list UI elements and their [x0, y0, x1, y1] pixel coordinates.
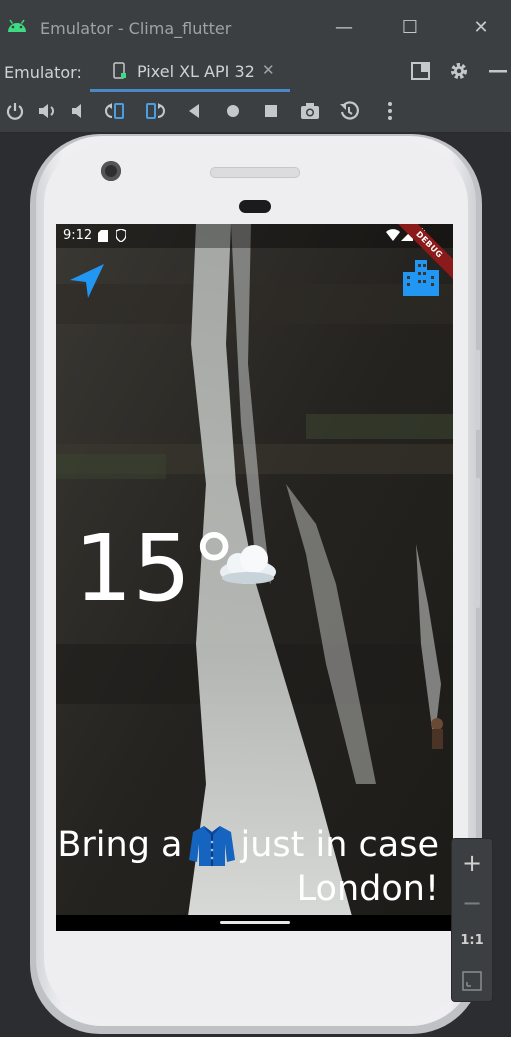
overview-icon[interactable] [260, 100, 282, 122]
volume-up-icon[interactable] [36, 100, 58, 122]
device-icon [113, 62, 126, 79]
front-camera [101, 161, 121, 181]
snapshot-icon[interactable] [338, 100, 360, 122]
jacket-icon [188, 826, 235, 866]
gesture-nav-bar [56, 915, 453, 931]
proximity-sensor [239, 200, 271, 213]
earpiece-speaker [210, 167, 300, 178]
power-button [475, 478, 480, 608]
fit-screen-icon[interactable] [461, 970, 483, 992]
gear-icon[interactable] [448, 60, 470, 82]
status-bar: 9:12 [56, 224, 453, 248]
rotate-right-icon[interactable] [143, 100, 165, 122]
device-screen[interactable]: 9:12 DEBUG 15° Bring a just in case Lond… [56, 224, 453, 931]
zoom-one-to-one-button[interactable]: 1:1 [452, 923, 492, 959]
tab-title: Pixel XL API 32 [137, 62, 255, 81]
minimize-icon[interactable]: — [330, 14, 358, 42]
window-layout-icon[interactable] [410, 60, 432, 82]
cloud-icon [220, 545, 276, 584]
maximize-icon[interactable]: ☐ [396, 14, 424, 42]
wifi-icon [386, 229, 400, 241]
shield-icon [116, 229, 126, 242]
location-city-icon[interactable] [401, 258, 441, 298]
android-icon [8, 19, 26, 32]
city-name: London! [296, 869, 439, 909]
message-suffix: just in case [240, 825, 439, 865]
emulator-label: Emulator: [4, 63, 82, 82]
close-icon[interactable]: ✕ [467, 14, 495, 42]
more-icon[interactable] [379, 100, 401, 122]
status-time: 9:12 [63, 228, 93, 243]
zoom-in-button[interactable]: + [452, 845, 492, 881]
temperature-text: 15° [74, 515, 238, 622]
home-icon[interactable] [222, 100, 244, 122]
minimize-panel-icon[interactable] [487, 60, 509, 82]
volume-down-icon[interactable] [68, 100, 90, 122]
home-gesture-pill[interactable] [220, 921, 290, 924]
power-icon[interactable] [4, 100, 26, 122]
zoom-out-button[interactable]: − [452, 885, 492, 921]
near-me-icon[interactable] [68, 262, 106, 300]
message-prefix: Bring a [57, 825, 183, 865]
camera-icon[interactable] [299, 100, 321, 122]
sd-card-icon [98, 230, 108, 242]
rotate-left-icon[interactable] [105, 100, 127, 122]
tab-close-icon[interactable]: ✕ [262, 61, 275, 79]
back-icon[interactable] [184, 100, 206, 122]
volume-button [475, 350, 480, 430]
window-title: Emulator - Clima_flutter [40, 19, 232, 38]
weather-message: Bring a just in case [57, 824, 439, 866]
zoom-panel: + − 1:1 [451, 838, 493, 1002]
